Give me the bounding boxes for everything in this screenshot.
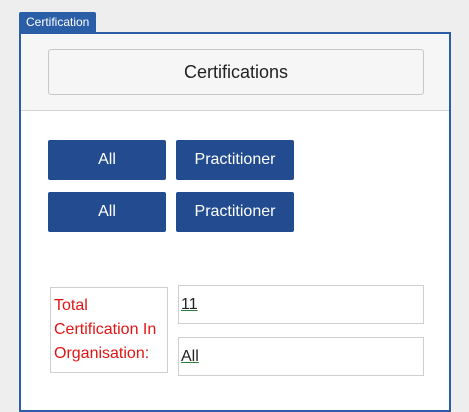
certification-scope-field: All — [178, 337, 424, 376]
filter-all-button-2[interactable]: All — [48, 192, 166, 232]
certification-panel: Certifications All Practitioner All Prac… — [19, 32, 451, 412]
certifications-header-button[interactable]: Certifications — [48, 49, 424, 95]
total-certification-value-field: 11 — [178, 285, 424, 324]
total-certification-value: 11 — [181, 296, 198, 313]
filter-all-button-1[interactable]: All — [48, 140, 166, 180]
panel-header: Certifications — [21, 34, 449, 111]
panel-tab-certification: Certification — [19, 12, 97, 32]
filter-practitioner-button-2[interactable]: Practitioner — [176, 192, 294, 232]
total-certification-label: Total Certification In Organisation: — [50, 287, 168, 373]
filter-practitioner-button-1[interactable]: Practitioner — [176, 140, 294, 180]
certification-scope-value: All — [181, 348, 199, 365]
